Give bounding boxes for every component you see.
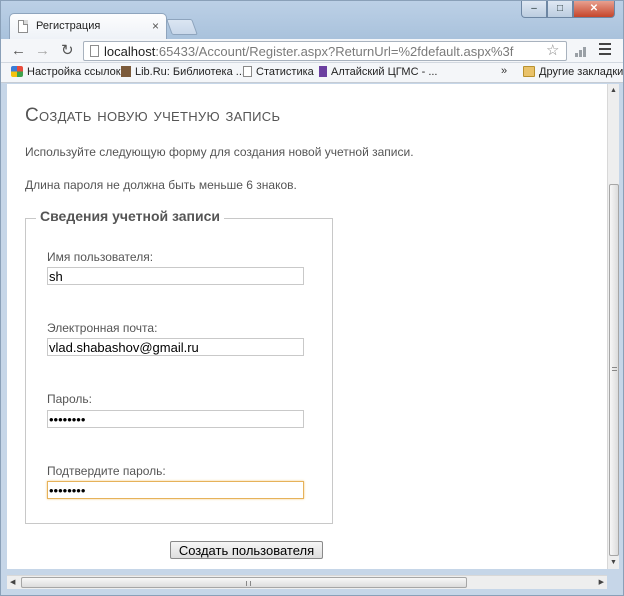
email-label: Электронная почта:	[47, 321, 158, 335]
fieldset-legend: Сведения учетной записи	[36, 208, 225, 224]
tab-title: Регистрация	[36, 20, 101, 32]
altai-icon	[319, 66, 327, 77]
windows-icon	[11, 66, 23, 77]
scroll-down-icon[interactable]: ▼	[610, 559, 617, 566]
bookmark-label: Статистика	[256, 66, 314, 78]
close-tab-icon[interactable]: ×	[152, 19, 159, 33]
bookmark-label: Lib.Ru: Библиотека ...	[135, 66, 245, 78]
bookmark-item[interactable]: Lib.Ru: Библиотека ...	[121, 66, 245, 78]
email-input[interactable]	[47, 338, 304, 356]
signal-bars-icon[interactable]	[575, 45, 589, 57]
window-controls: – □ ✕	[521, 1, 615, 19]
other-bookmarks-label: Другие закладки	[539, 66, 624, 78]
menu-icon[interactable]	[599, 43, 611, 58]
bookmark-item[interactable]: Статистика	[243, 66, 314, 78]
active-tab[interactable]: Регистрация ×	[9, 13, 167, 39]
more-bookmarks-chevron[interactable]: »	[501, 65, 507, 77]
vertical-scrollbar[interactable]: ▲ ▼	[607, 84, 619, 569]
password-hint: Длина пароля не должна быть меньше 6 зна…	[25, 178, 297, 192]
url-host: localhost	[104, 44, 156, 59]
folder-icon	[523, 66, 535, 77]
bookmark-item[interactable]: Алтайский ЦГМС - ...	[319, 66, 437, 78]
bookmark-star-icon[interactable]: ☆	[546, 41, 559, 59]
title-bar: Регистрация × – □ ✕	[1, 1, 623, 39]
scroll-up-icon[interactable]: ▲	[610, 87, 617, 94]
minimize-button[interactable]: –	[521, 1, 547, 18]
password-input[interactable]	[47, 410, 304, 428]
confirm-password-input[interactable]	[47, 481, 304, 499]
lib-icon	[121, 66, 131, 77]
page-icon	[243, 66, 252, 77]
create-user-button[interactable]: Создать пользователя	[170, 541, 323, 559]
scroll-left-icon[interactable]: ◀	[10, 578, 15, 586]
horizontal-scrollbar[interactable]: ◀ ▶	[7, 575, 607, 589]
maximize-button[interactable]: □	[547, 1, 573, 18]
page-icon	[18, 20, 28, 33]
page-icon	[90, 45, 99, 57]
password-label: Пароль:	[47, 392, 92, 406]
bookmark-item[interactable]: Настройка ссылок	[11, 66, 121, 78]
bookmark-label: Настройка ссылок	[27, 66, 121, 78]
forward-arrow-icon[interactable]: →	[35, 42, 50, 60]
close-window-button[interactable]: ✕	[573, 1, 615, 18]
username-label: Имя пользователя:	[47, 250, 154, 264]
back-arrow-icon[interactable]: ←	[11, 42, 26, 60]
navigation-toolbar: ← → ↻ localhost:65433/Account/Register.a…	[1, 39, 623, 63]
url-text: localhost:65433/Account/Register.aspx?Re…	[104, 44, 513, 59]
page-viewport: Создать новую учетную запись Используйте…	[7, 84, 607, 569]
scroll-right-icon[interactable]: ▶	[599, 578, 604, 586]
horizontal-scroll-thumb[interactable]	[21, 577, 467, 588]
reload-icon[interactable]: ↻	[61, 42, 74, 60]
account-info-fieldset: Сведения учетной записи Имя пользователя…	[25, 208, 333, 524]
browser-window: Регистрация × – □ ✕ ← → ↻ localhost:6543…	[0, 0, 624, 596]
bookmarks-bar: Настройка ссылок Lib.Ru: Библиотека ... …	[1, 63, 623, 83]
address-bar[interactable]: localhost:65433/Account/Register.aspx?Re…	[83, 41, 567, 61]
username-input[interactable]	[47, 267, 304, 285]
vertical-scroll-thumb[interactable]	[609, 184, 619, 556]
page-title: Создать новую учетную запись	[25, 105, 281, 126]
new-tab-button[interactable]	[166, 19, 198, 35]
bookmark-label: Алтайский ЦГМС - ...	[331, 66, 438, 78]
intro-text: Используйте следующую форму для создания…	[25, 145, 414, 159]
other-bookmarks[interactable]: Другие закладки	[523, 66, 623, 78]
confirm-password-label: Подтвердите пароль:	[47, 464, 166, 478]
url-path: :65433/Account/Register.aspx?ReturnUrl=%…	[155, 44, 514, 59]
